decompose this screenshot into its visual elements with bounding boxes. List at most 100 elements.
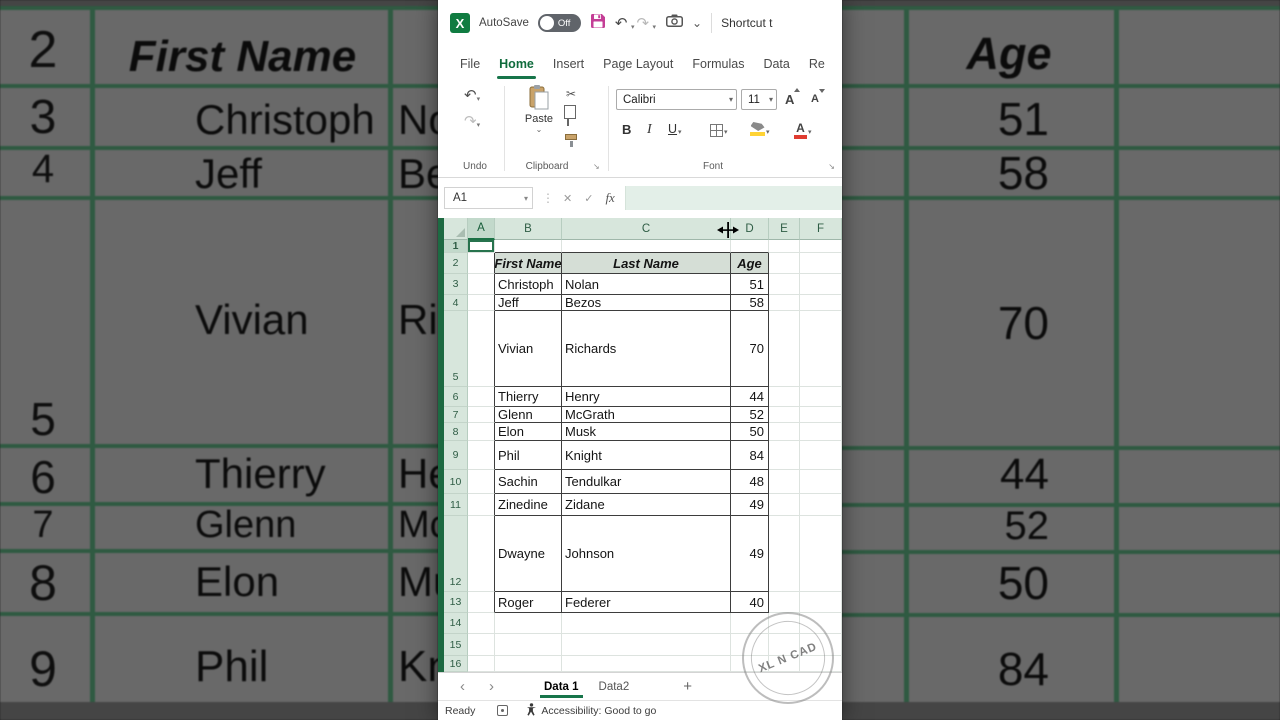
cell-D9[interactable]: 84 [731, 441, 769, 470]
cell-C10[interactable]: Tendulkar [562, 470, 731, 494]
enter-icon[interactable]: ✓ [584, 192, 593, 205]
prev-sheet-icon[interactable]: ‹ [460, 679, 465, 694]
cell-A14[interactable] [468, 613, 495, 634]
cell-F7[interactable] [800, 407, 842, 423]
cell-B10[interactable]: Sachin [495, 470, 562, 494]
tab-data[interactable]: Data [763, 57, 789, 71]
cell-B7[interactable]: Glenn [495, 407, 562, 423]
add-sheet-icon[interactable]: + [683, 678, 692, 695]
row-header-14[interactable]: 14 [444, 613, 468, 634]
cell-A4[interactable] [468, 295, 495, 311]
cell-F14[interactable] [800, 613, 842, 634]
cell-E7[interactable] [769, 407, 800, 423]
tab-file[interactable]: File [460, 57, 480, 71]
cell-A7[interactable] [468, 407, 495, 423]
italic-button[interactable]: I [647, 122, 652, 144]
cell-F15[interactable] [800, 634, 842, 656]
cell-E11[interactable] [769, 494, 800, 516]
cell-A16[interactable] [468, 656, 495, 672]
row-header-8[interactable]: 8 [444, 423, 468, 441]
cell-D15[interactable] [731, 634, 769, 656]
cell-D7[interactable]: 52 [731, 407, 769, 423]
cell-A10[interactable] [468, 470, 495, 494]
select-all-corner[interactable] [444, 218, 468, 240]
cell-F10[interactable] [800, 470, 842, 494]
row-header-1[interactable]: 1 [444, 240, 468, 253]
camera-icon[interactable] [666, 14, 684, 32]
insert-function-icon[interactable]: fx [605, 190, 614, 206]
excel-logo-icon[interactable]: X [450, 13, 470, 33]
sheet-tab-data1[interactable]: Data 1 [534, 673, 589, 700]
cell-A3[interactable] [468, 274, 495, 295]
cell-D5[interactable]: 70 [731, 311, 769, 387]
cell-F16[interactable] [800, 656, 842, 672]
cell-E15[interactable] [769, 634, 800, 656]
cell-E13[interactable] [769, 592, 800, 613]
cut-icon[interactable]: ✂ [566, 88, 576, 100]
cell-B11[interactable]: Zinedine [495, 494, 562, 516]
cell-C6[interactable]: Henry [562, 387, 731, 407]
cell-A15[interactable] [468, 634, 495, 656]
font-color-button[interactable]: A ▾ [794, 122, 812, 144]
cell-B12[interactable]: Dwayne [495, 516, 562, 592]
cell-B13[interactable]: Roger [495, 592, 562, 613]
row-header-15[interactable]: 15 [444, 634, 468, 656]
cell-A5[interactable] [468, 311, 495, 387]
row-header-6[interactable]: 6 [444, 387, 468, 407]
cell-B15[interactable] [495, 634, 562, 656]
cell-C1[interactable] [562, 240, 731, 253]
cell-B1[interactable] [495, 240, 562, 253]
cell-C11[interactable]: Zidane [562, 494, 731, 516]
customize-toolbar-chevron-icon[interactable]: ⌄ [692, 16, 702, 30]
cell-F1[interactable] [800, 240, 842, 253]
cell-B14[interactable] [495, 613, 562, 634]
tab-home[interactable]: Home [497, 57, 536, 79]
cell-D6[interactable]: 44 [731, 387, 769, 407]
row-header-11[interactable]: 11 [444, 494, 468, 516]
clipboard-dialog-launcher-icon[interactable]: ↘ [593, 162, 600, 171]
cell-A13[interactable] [468, 592, 495, 613]
cell-E16[interactable] [769, 656, 800, 672]
cell-D2[interactable]: Age [731, 253, 769, 274]
cell-E14[interactable] [769, 613, 800, 634]
cell-F6[interactable] [800, 387, 842, 407]
cell-D3[interactable]: 51 [731, 274, 769, 295]
tab-review[interactable]: Re [809, 57, 825, 71]
cell-D8[interactable]: 50 [731, 423, 769, 441]
row-header-3[interactable]: 3 [444, 274, 468, 295]
cell-B2[interactable]: First Name [495, 253, 562, 274]
cell-F8[interactable] [800, 423, 842, 441]
redo-button-icon[interactable]: ↷▾ [464, 114, 480, 129]
next-sheet-icon[interactable]: › [489, 679, 494, 694]
cell-E1[interactable] [769, 240, 800, 253]
format-painter-icon[interactable] [565, 130, 577, 147]
undo-icon[interactable]: ↶ ▾ [615, 16, 635, 31]
cell-E2[interactable] [769, 253, 800, 274]
cell-F11[interactable] [800, 494, 842, 516]
undo-button-icon[interactable]: ↶▾ [464, 88, 480, 103]
cell-D16[interactable] [731, 656, 769, 672]
cell-B4[interactable]: Jeff [495, 295, 562, 311]
cell-E6[interactable] [769, 387, 800, 407]
font-dialog-launcher-icon[interactable]: ↘ [828, 162, 835, 171]
cell-C12[interactable]: Johnson [562, 516, 731, 592]
cell-B5[interactable]: Vivian [495, 311, 562, 387]
tab-page-layout[interactable]: Page Layout [603, 57, 673, 71]
cell-E8[interactable] [769, 423, 800, 441]
cell-C8[interactable]: Musk [562, 423, 731, 441]
tab-insert[interactable]: Insert [553, 57, 584, 71]
row-header-4[interactable]: 4 [444, 295, 468, 311]
cell-F2[interactable] [800, 253, 842, 274]
column-header-F[interactable]: F [800, 218, 842, 240]
cell-C3[interactable]: Nolan [562, 274, 731, 295]
cell-C15[interactable] [562, 634, 731, 656]
fill-color-button[interactable]: ▾ [750, 122, 770, 144]
cell-F3[interactable] [800, 274, 842, 295]
cell-D10[interactable]: 48 [731, 470, 769, 494]
row-header-2[interactable]: 2 [444, 253, 468, 274]
cell-A2[interactable] [468, 253, 495, 274]
cell-E5[interactable] [769, 311, 800, 387]
redo-icon[interactable]: ↷ ▾ [636, 16, 656, 31]
cell-F13[interactable] [800, 592, 842, 613]
cell-D11[interactable]: 49 [731, 494, 769, 516]
